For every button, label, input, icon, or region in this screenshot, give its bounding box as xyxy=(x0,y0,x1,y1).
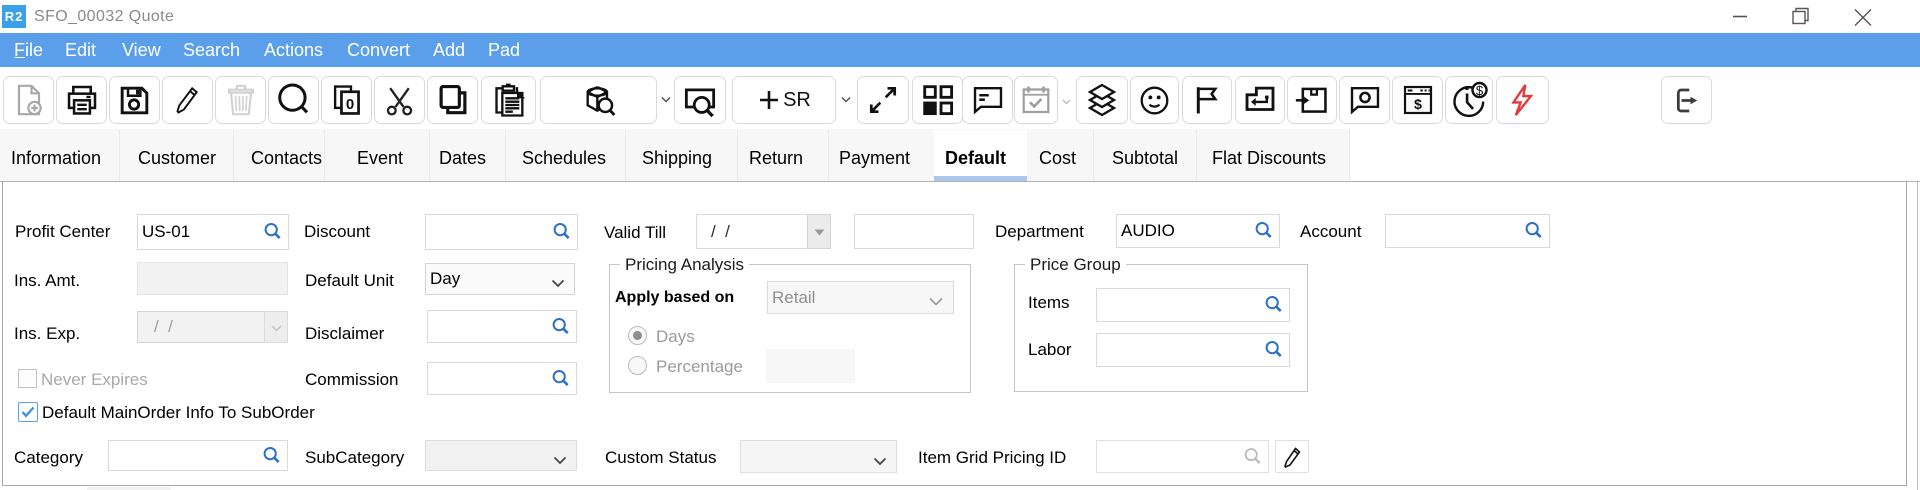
svg-text:$: $ xyxy=(1476,83,1484,98)
svg-text:$: $ xyxy=(1414,97,1422,113)
svg-text:0: 0 xyxy=(345,96,353,113)
